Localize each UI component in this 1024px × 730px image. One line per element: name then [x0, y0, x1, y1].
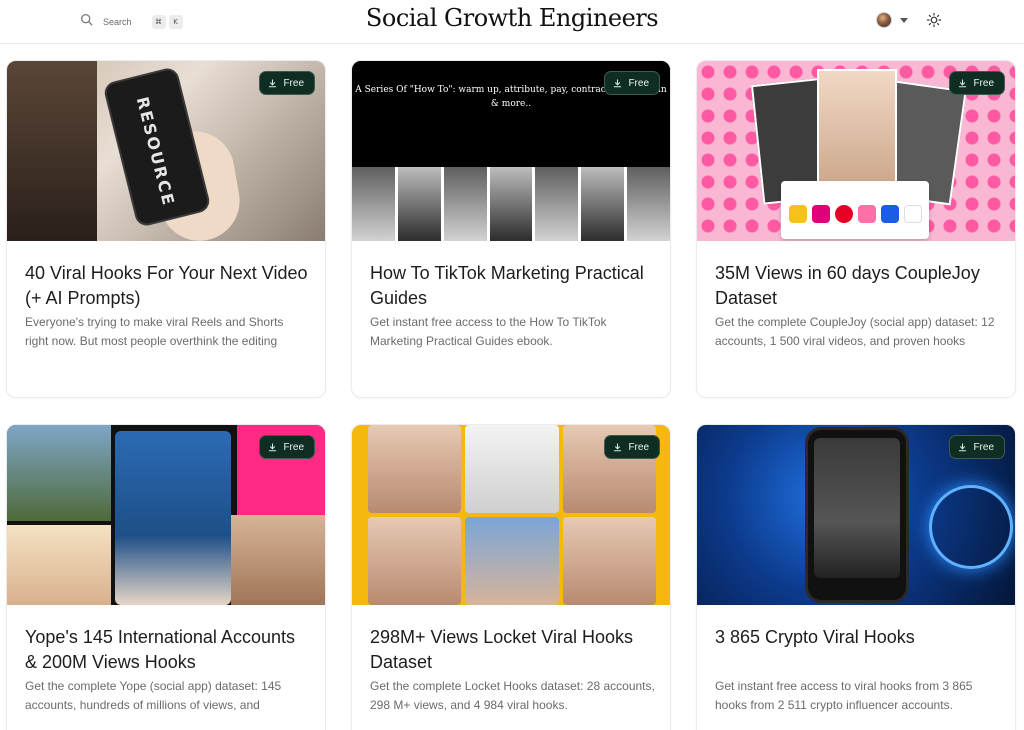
badge-label: Free	[973, 441, 994, 453]
resource-card[interactable]: Free 298M+ Views Locket Viral Hooks Data…	[351, 424, 671, 730]
card-thumbnail: A Series Of "How To": warm up, attribute…	[352, 61, 670, 241]
card-description: Everyone's trying to make viral Reels an…	[25, 315, 284, 348]
card-title: 40 Viral Hooks For Your Next Video (+ AI…	[25, 263, 308, 308]
download-icon	[959, 442, 967, 451]
card-thumbnail: Free	[697, 425, 1015, 605]
top-header: Search ⌘ K Social Growth Engineers	[0, 0, 1024, 44]
download-icon	[614, 442, 622, 451]
chevron-down-icon	[900, 17, 908, 23]
card-title: 298M+ Views Locket Viral Hooks Dataset	[370, 627, 633, 672]
account-menu[interactable]	[876, 12, 908, 28]
resource-card[interactable]: A Series Of "How To": warm up, attribute…	[351, 60, 671, 398]
card-thumbnail: Free	[697, 61, 1015, 241]
free-badge: Free	[949, 435, 1005, 459]
card-description: Get instant free access to viral hooks f…	[715, 679, 973, 712]
resource-card[interactable]: RESOURCE Free 40 Viral Hooks For Your Ne…	[6, 60, 326, 398]
free-badge: Free	[259, 71, 315, 95]
free-badge: Free	[604, 435, 660, 459]
free-badge: Free	[949, 71, 1005, 95]
badge-label: Free	[283, 77, 304, 89]
resource-card[interactable]: Free 35M Views in 60 days CoupleJoy Data…	[696, 60, 1016, 398]
card-description: Get the complete CoupleJoy (social app) …	[715, 315, 995, 348]
badge-label: Free	[283, 441, 304, 453]
card-description: Get instant free access to the How To Ti…	[370, 315, 607, 348]
download-icon	[269, 78, 277, 87]
badge-label: Free	[628, 77, 649, 89]
card-description: Get the complete Yope (social app) datas…	[25, 679, 282, 712]
badge-label: Free	[973, 77, 994, 89]
card-thumbnail: RESOURCE Free	[7, 61, 325, 241]
card-title: 3 865 Crypto Viral Hooks	[715, 627, 915, 647]
badge-label: Free	[628, 441, 649, 453]
card-title: 35M Views in 60 days CoupleJoy Dataset	[715, 263, 980, 308]
card-title: Yope's 145 International Accounts & 200M…	[25, 627, 295, 672]
card-thumbnail: Free	[7, 425, 325, 605]
resource-card[interactable]: Free 3 865 Crypto Viral Hooks Get instan…	[696, 424, 1016, 730]
download-icon	[269, 442, 277, 451]
card-thumbnail: Free	[352, 425, 670, 605]
avatar	[876, 12, 892, 28]
download-icon	[959, 78, 967, 87]
free-badge: Free	[259, 435, 315, 459]
free-badge: Free	[604, 71, 660, 95]
sun-icon	[926, 12, 942, 28]
theme-toggle-button[interactable]	[926, 12, 942, 28]
resource-card[interactable]: Free Yope's 145 International Accounts &…	[6, 424, 326, 730]
card-description: Get the complete Locket Hooks dataset: 2…	[370, 679, 655, 712]
site-title[interactable]: Social Growth Engineers	[0, 4, 1024, 32]
download-icon	[614, 78, 622, 87]
card-title: How To TikTok Marketing Practical Guides	[370, 263, 644, 308]
